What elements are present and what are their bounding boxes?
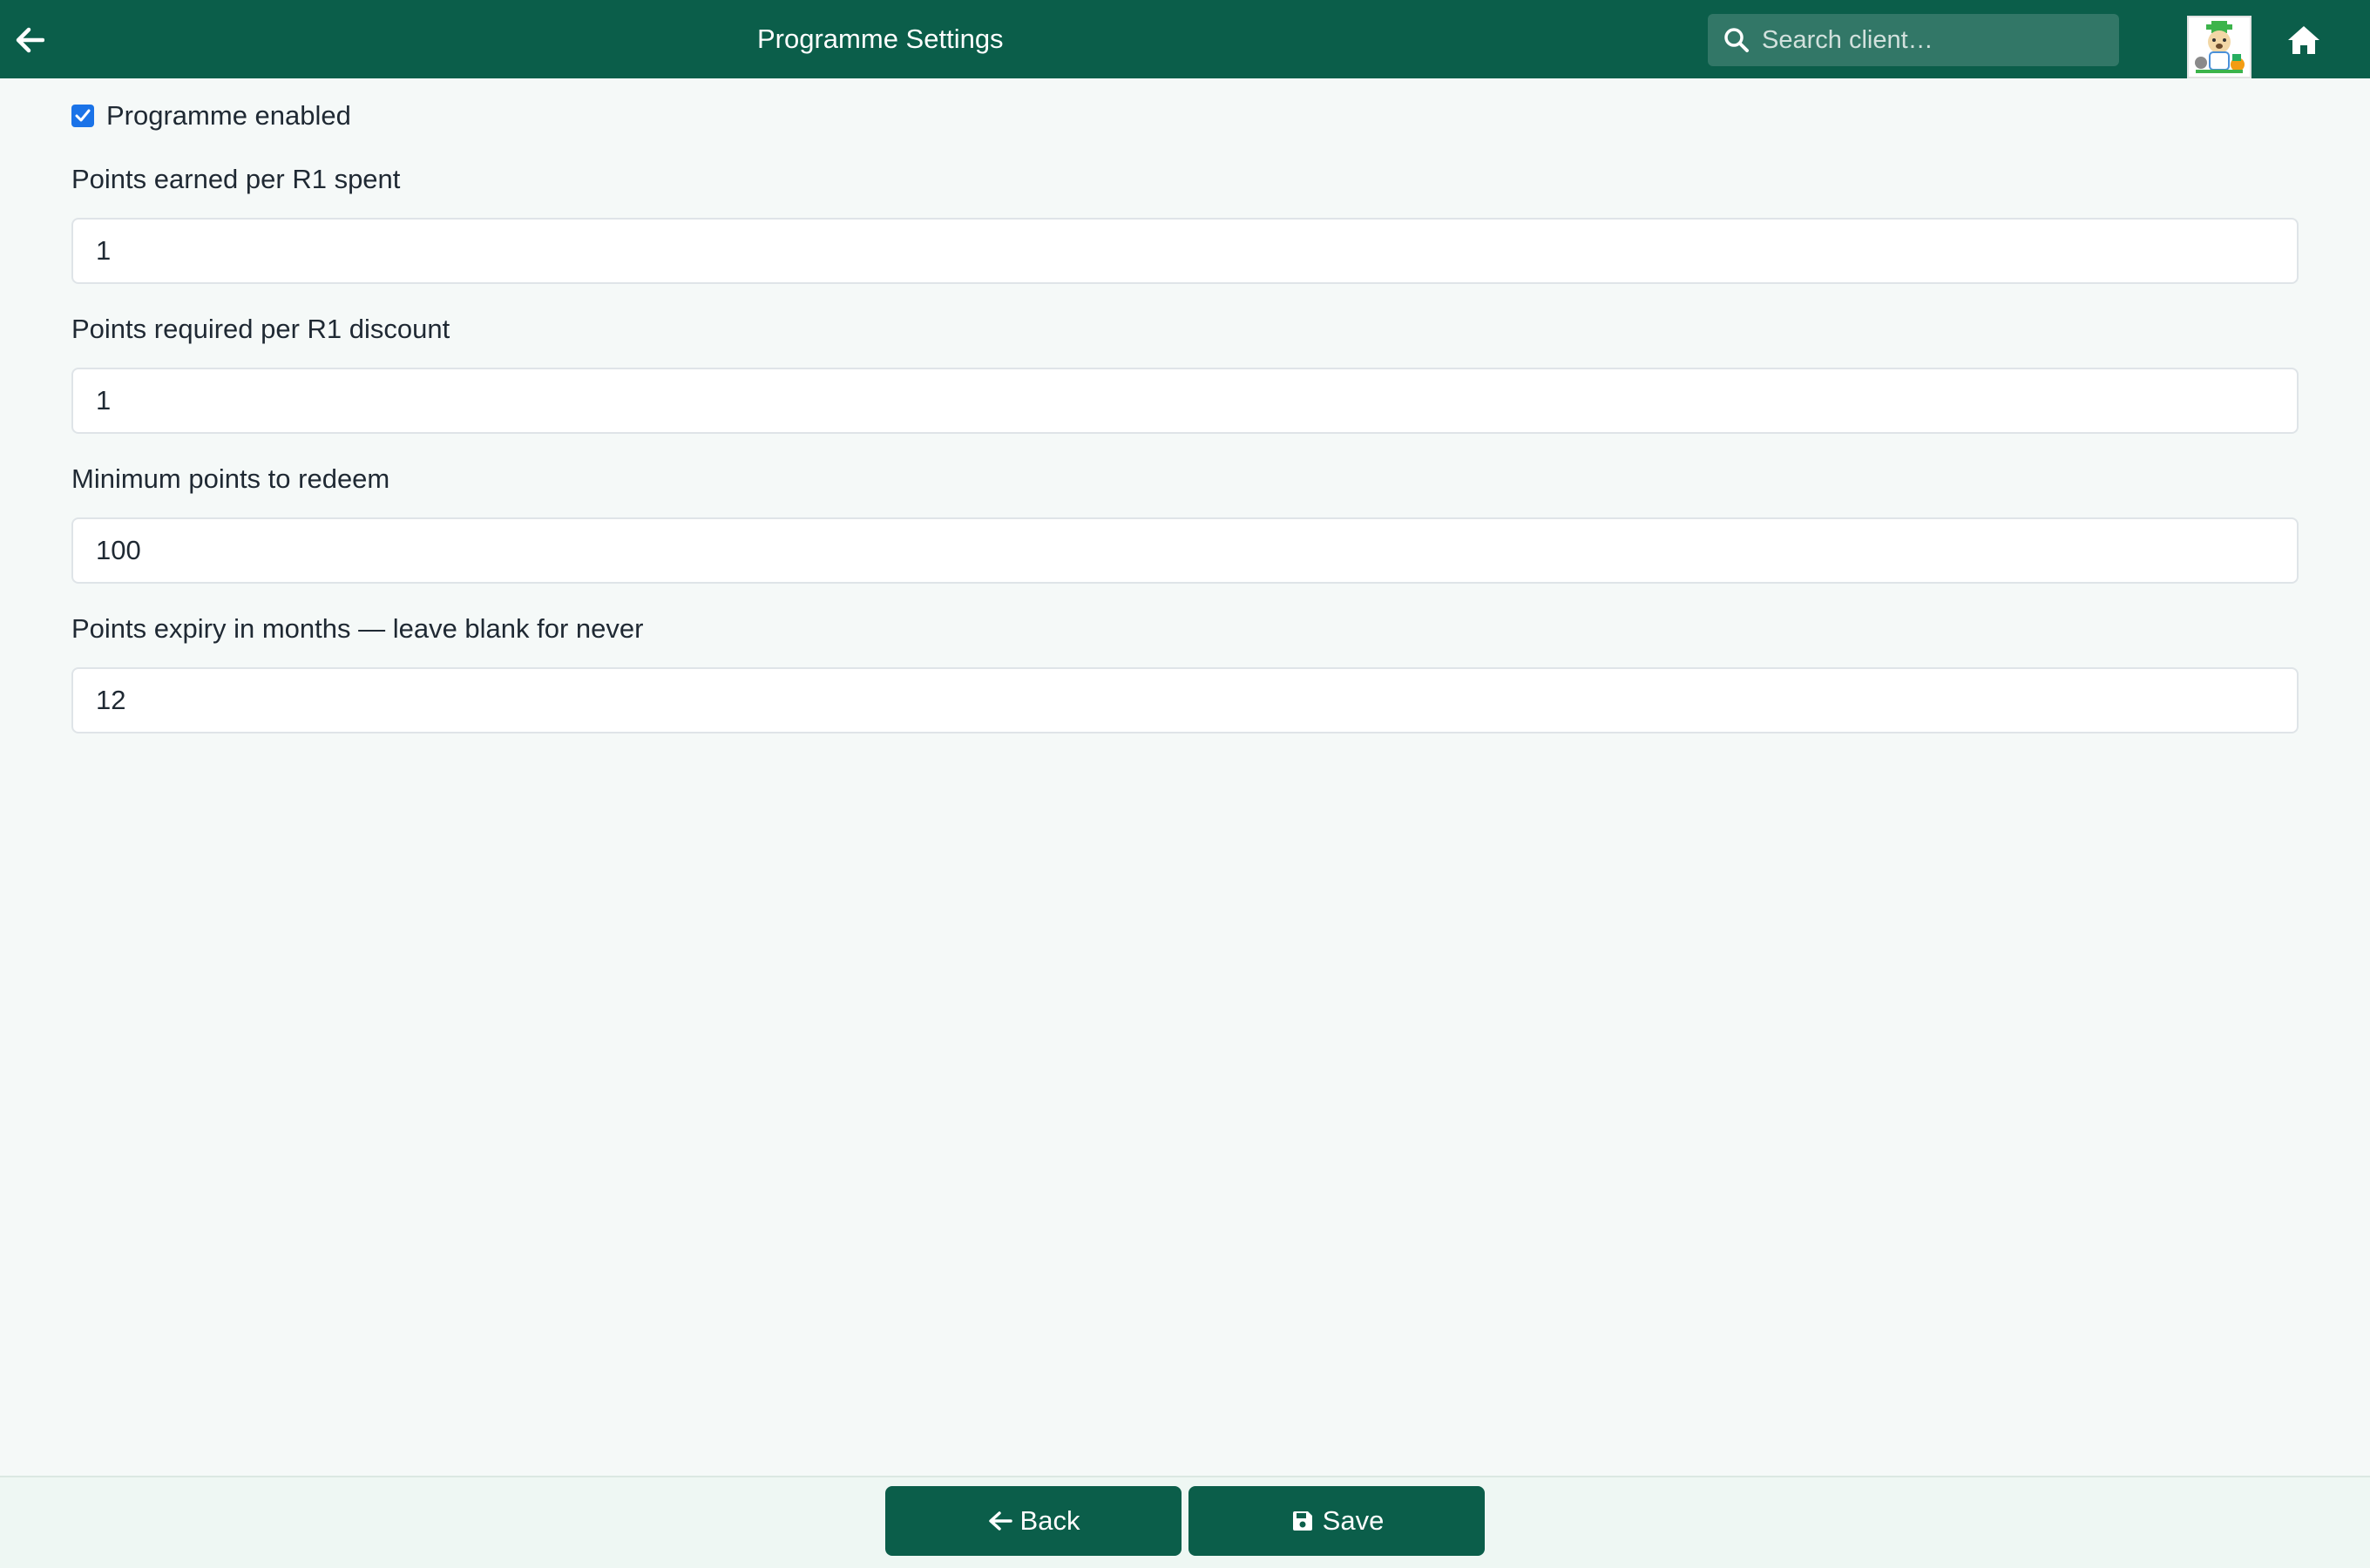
- points-earned-input[interactable]: [71, 218, 2299, 284]
- search-input[interactable]: [1751, 14, 2119, 66]
- points-required-input[interactable]: [71, 368, 2299, 434]
- minimum-points-label: Minimum points to redeem: [71, 463, 390, 494]
- arrow-left-icon: [987, 1508, 1013, 1534]
- top-app-bar: Programme Settings: [0, 0, 2370, 78]
- back-arrow-icon[interactable]: [12, 23, 47, 57]
- minimum-points-input[interactable]: [71, 517, 2299, 584]
- programme-enabled-checkbox[interactable]: [71, 105, 94, 127]
- search-bar[interactable]: [1708, 14, 2119, 66]
- back-button[interactable]: Back: [885, 1486, 1182, 1556]
- home-icon[interactable]: [2283, 21, 2325, 59]
- points-expiry-label: Points expiry in months — leave blank fo…: [71, 613, 644, 644]
- points-required-label: Points required per R1 discount: [71, 314, 450, 344]
- programme-enabled-label: Programme enabled: [106, 100, 351, 131]
- points-earned-label: Points earned per R1 spent: [71, 164, 401, 194]
- page-title: Programme Settings: [757, 24, 1004, 54]
- programme-enabled-row[interactable]: Programme enabled: [71, 98, 351, 134]
- footer-bar: Back Save: [0, 1476, 2370, 1568]
- clinic-logo: [2187, 16, 2252, 78]
- save-button-label: Save: [1322, 1505, 1385, 1536]
- floppy-disk-icon: [1290, 1508, 1316, 1534]
- points-expiry-input[interactable]: [71, 667, 2299, 733]
- back-button-label: Back: [1019, 1505, 1080, 1536]
- save-button[interactable]: Save: [1188, 1486, 1485, 1556]
- search-icon: [1722, 25, 1751, 55]
